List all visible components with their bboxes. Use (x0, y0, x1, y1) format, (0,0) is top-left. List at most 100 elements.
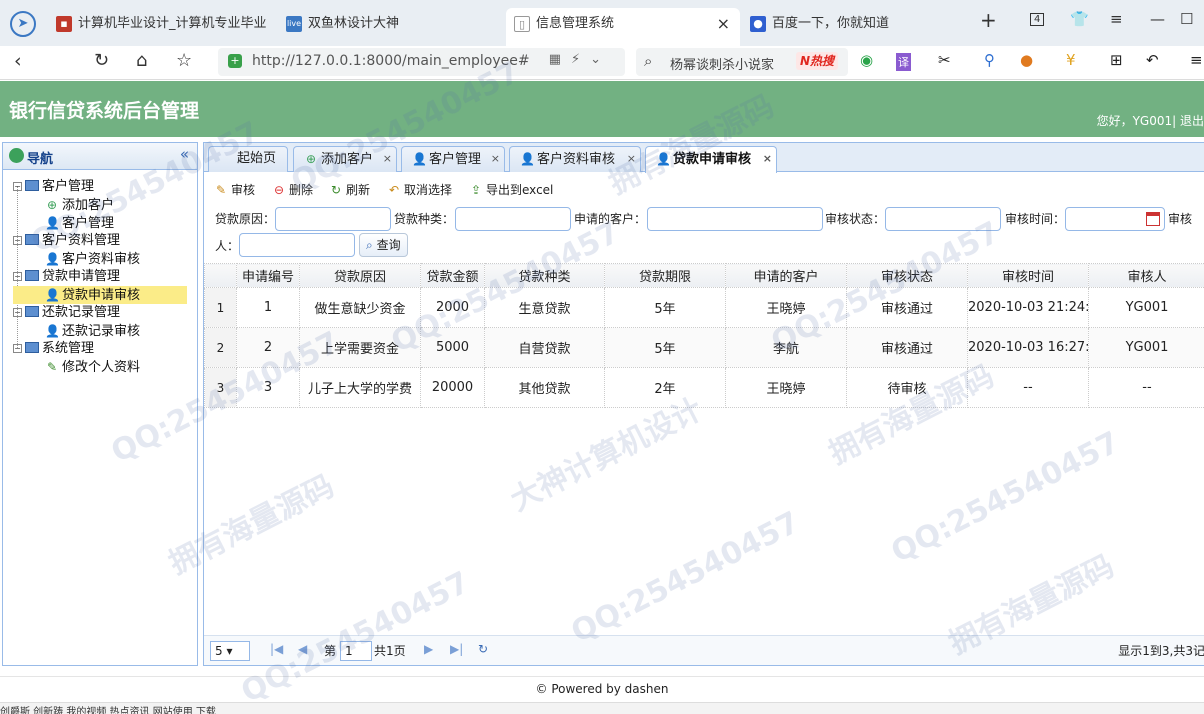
page-number-input[interactable]: 1 (340, 641, 372, 661)
tab-loan-audit-active[interactable]: 👤 贷款申请审核 × (645, 146, 777, 173)
status-label: 审核状态： (825, 212, 886, 226)
browser-tab-title: 双鱼林设计大神 (308, 16, 400, 31)
undo-icon[interactable]: ↶ (1146, 51, 1159, 69)
tab-label: 起始页 (237, 151, 277, 166)
reason-input[interactable] (275, 207, 391, 231)
collapse-toggle-icon[interactable]: − (13, 182, 22, 191)
column-header[interactable]: 申请编号 (236, 263, 300, 288)
shirt-icon[interactable]: 👕 (1070, 10, 1089, 28)
close-tab-icon[interactable]: × (383, 147, 392, 171)
delete-button[interactable]: ⊖ 删除 (272, 181, 313, 198)
new-tab-button[interactable]: + (980, 8, 997, 32)
tree-item-add-customer[interactable]: ⊕ 添加客户 (45, 196, 114, 214)
tree-item-label: 客户管理 (62, 216, 115, 231)
column-header[interactable]: 贷款种类 (484, 263, 605, 288)
close-tab-icon[interactable]: × (491, 147, 500, 171)
column-header[interactable]: 审核状态 (846, 263, 968, 288)
audit-time-input[interactable] (1065, 207, 1165, 231)
audit-button[interactable]: ✎ 审核 (214, 181, 255, 198)
tree-item-loan-audit-selected[interactable]: 👤 贷款申请审核 (13, 286, 187, 304)
status-input[interactable] (885, 207, 1001, 231)
close-tab-icon[interactable]: × (627, 147, 636, 171)
close-tab-icon[interactable]: × (763, 147, 772, 171)
browser-tab-1[interactable]: ▪ 计算机毕业设计_计算机专业毕业 (48, 8, 276, 46)
table-row[interactable]: 3 3 儿子上大学的学费 20000 其他贷款 2年 王晓婷 待审核 -- -- (204, 367, 1204, 408)
loan-application-grid: 申请编号 贷款原因 贷款金额 贷款种类 贷款期限 申请的客户 审核状态 审核时间… (204, 263, 1204, 408)
customer-input[interactable] (647, 207, 823, 231)
search-input[interactable]: ⌕ 杨幂谈刺杀小说家 N热搜 (636, 48, 848, 76)
last-page-icon[interactable]: ▶| (450, 642, 463, 656)
refresh-button[interactable]: ↻ 刷新 (329, 181, 370, 198)
loan-type-input[interactable] (455, 207, 571, 231)
next-page-icon[interactable]: ▶ (424, 642, 433, 656)
tree-item-label: 贷款申请审核 (62, 288, 141, 303)
tree-item-customer-data-audit[interactable]: 👤 客户资料审核 (45, 250, 140, 268)
browser-tab-4[interactable]: ● 百度一下，你就知道 (742, 8, 964, 46)
hot-search-badge[interactable]: N热搜 (796, 52, 839, 70)
more-menu-icon[interactable]: ≡ (1190, 51, 1203, 69)
tab-count-badge[interactable]: 4 (1030, 13, 1045, 26)
scissors-icon[interactable]: ✂ (938, 51, 951, 69)
tree-group-customer[interactable]: − 客户管理 (13, 178, 94, 196)
tree-group-customer-data[interactable]: − 客户资料管理 (13, 232, 120, 250)
first-page-icon[interactable]: |◀ (270, 642, 283, 656)
tab-customer-data-audit[interactable]: 👤 客户资料审核 × (509, 146, 641, 172)
column-header[interactable]: 贷款原因 (299, 263, 421, 288)
minimize-icon[interactable]: — (1150, 10, 1165, 28)
auditor-input[interactable] (239, 233, 355, 257)
tab-customer-manage[interactable]: 👤 客户管理 × (401, 146, 505, 172)
undo-icon: ↶ (388, 183, 400, 197)
tree-group-repayment[interactable]: − 还款记录管理 (13, 304, 120, 322)
collapse-toggle-icon[interactable]: − (13, 272, 22, 281)
column-header[interactable]: 审核人 (1088, 263, 1204, 288)
zoom-icon[interactable]: ⚲ (984, 51, 995, 69)
extension-icon[interactable]: ● (1020, 51, 1033, 69)
reload-icon[interactable]: ↻ (94, 50, 109, 71)
table-row[interactable]: 1 1 做生意缺少资金 2000 生意贷款 5年 王晓婷 审核通过 2020-1… (204, 287, 1204, 328)
menu-icon[interactable]: ≡ (1110, 10, 1123, 28)
tree-item-customer-manage[interactable]: 👤 客户管理 (45, 214, 114, 232)
tree-group-loan-application[interactable]: − 贷款申请管理 (13, 268, 120, 286)
collapse-left-icon[interactable]: « (180, 145, 189, 163)
apps-grid-icon[interactable]: ⊞ (1110, 51, 1123, 69)
back-icon[interactable]: ‹ (14, 50, 22, 72)
cancel-select-button[interactable]: ↶ 取消选择 (387, 181, 452, 198)
grid-toolbar: ✎ 审核 ⊖ 删除 ↻ 刷新 ↶ 取消选择 ⇪ 导出到excel (204, 177, 1204, 203)
maximize-icon[interactable]: ☐ (1180, 10, 1193, 28)
query-button[interactable]: ⌕ 查询 (359, 233, 408, 257)
tree-item-repayment-audit[interactable]: 👤 还款记录审核 (45, 322, 140, 340)
prev-page-icon[interactable]: ◀ (298, 642, 307, 656)
collapse-toggle-icon[interactable]: − (13, 308, 22, 317)
close-tab-icon[interactable]: × (717, 8, 730, 40)
collapse-toggle-icon[interactable]: − (13, 344, 22, 353)
table-cell: 2020-10-03 16:27:3 (967, 327, 1089, 368)
tree-group-label: 客户管理 (42, 179, 95, 194)
secure-shield-icon: + (228, 54, 242, 68)
column-header[interactable]: 申请的客户 (725, 263, 847, 288)
page-size-select[interactable]: 5 ▾ (210, 641, 250, 661)
wechat-icon[interactable]: ◉ (860, 51, 873, 69)
tab-home[interactable]: 起始页 (208, 146, 288, 172)
column-header[interactable]: 审核时间 (967, 263, 1089, 288)
translate-icon[interactable]: 译 (896, 53, 911, 71)
tab-add-customer[interactable]: ⊕ 添加客户 × (293, 146, 397, 172)
column-header[interactable]: 贷款期限 (604, 263, 726, 288)
home-icon[interactable]: ⌂ (136, 50, 147, 71)
table-cell: 生意贷款 (484, 287, 605, 328)
calendar-icon[interactable] (1146, 212, 1160, 226)
user-greeting-logout[interactable]: 您好，YG001| 退出 (1097, 112, 1204, 129)
browser-tab-active[interactable]: ▯ 信息管理系统 × (506, 8, 740, 46)
collapse-toggle-icon[interactable]: − (13, 236, 22, 245)
bookmark-star-icon[interactable]: ☆ (176, 50, 192, 71)
url-field[interactable]: + http://127.0.0.1:8000/main_employee# ▦… (218, 48, 625, 76)
export-excel-button[interactable]: ⇪ 导出到excel (469, 181, 553, 198)
reload-page-icon[interactable]: ↻ (478, 642, 488, 656)
column-header[interactable]: 贷款金额 (420, 263, 485, 288)
tree-group-system[interactable]: − 系统管理 (13, 340, 94, 358)
browser-tab-2[interactable]: live 双鱼林设计大神 (278, 8, 498, 46)
tree-item-edit-profile[interactable]: ✎ 修改个人资料 (45, 358, 140, 376)
table-row[interactable]: 2 2 上学需要资金 5000 自营贷款 5年 李航 审核通过 2020-10-… (204, 327, 1204, 368)
browser-logo-icon[interactable]: ➤ (10, 11, 36, 37)
wallet-icon[interactable]: ¥ (1066, 51, 1076, 69)
url-tools-icon[interactable]: ▦⚡⌄ (549, 52, 611, 67)
